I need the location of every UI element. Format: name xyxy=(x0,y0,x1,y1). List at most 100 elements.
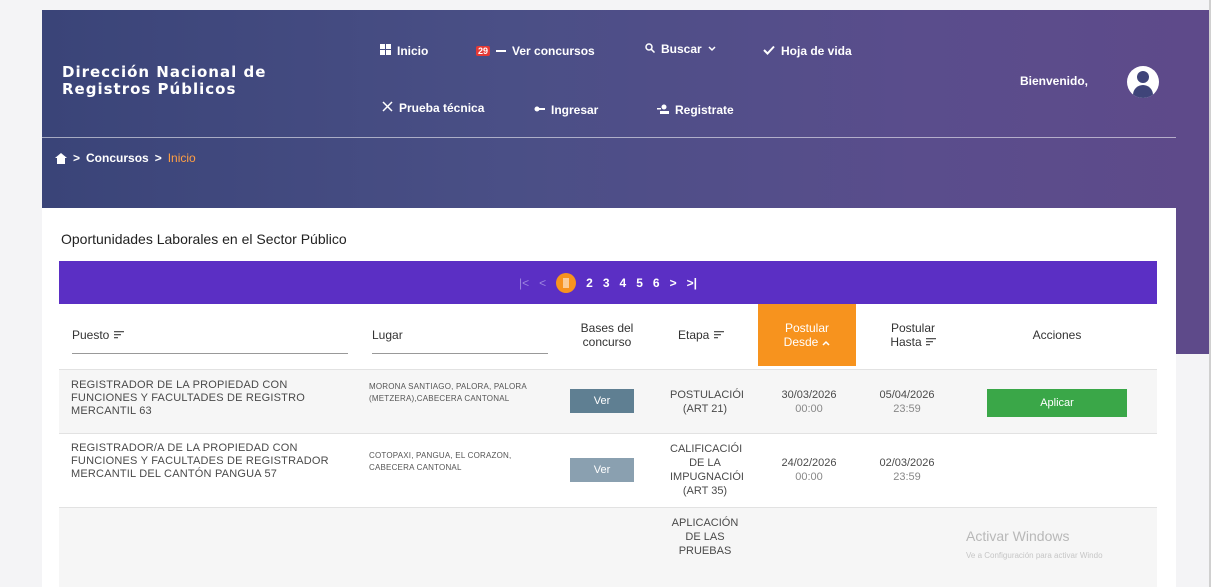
last-page-button[interactable]: >| xyxy=(687,276,697,290)
prev-page-button[interactable]: < xyxy=(539,276,546,290)
page-6-button[interactable]: 6 xyxy=(653,276,660,290)
header-etapa[interactable]: Etapa xyxy=(678,304,748,366)
desde-date: 24/02/2026 xyxy=(781,457,837,469)
grid-icon xyxy=(380,44,391,58)
cell-lugar: MORONA SANTIAGO, PALORA, PALORA (METZERA… xyxy=(369,382,527,403)
header-puesto-label: Puesto xyxy=(72,328,110,342)
app-frame: Dirección Nacional de Registros Públicos… xyxy=(0,0,1211,587)
nav-registrate-label: Registrate xyxy=(675,103,734,117)
cell-desde: 24/02/2026 00:00 xyxy=(769,456,849,484)
header-lugar-label: Lugar xyxy=(372,328,403,342)
etapa-line-1: POSTULACIÓI xyxy=(670,389,744,401)
tools-icon xyxy=(382,101,393,115)
cell-etapa: APLICACIÓN DE LAS PRUEBAS xyxy=(670,516,740,558)
header-acciones-label: Acciones xyxy=(1032,328,1082,342)
etapa-line-2: (ART 21) xyxy=(682,403,728,415)
header-etapa-label: Etapa xyxy=(678,328,710,342)
header-puesto[interactable]: Puesto xyxy=(72,304,350,366)
ver-bases-button[interactable]: Ver xyxy=(570,458,634,482)
table-row: REGISTRADOR/A DE LA PROPIEDAD CON FUNCIO… xyxy=(59,433,1157,507)
nav-registrate[interactable]: Registrate xyxy=(657,103,734,117)
header-acciones: Acciones xyxy=(982,304,1132,366)
breadcrumb-concursos[interactable]: Concursos xyxy=(86,151,149,165)
header-desde-line-2: Desde xyxy=(783,335,819,349)
hasta-date: 05/04/2026 xyxy=(879,389,935,401)
nav-prueba-tecnica-label: Prueba técnica xyxy=(399,101,485,115)
check-icon xyxy=(763,45,775,58)
page-1-button[interactable]: 1 xyxy=(556,272,577,293)
header-postular-hasta[interactable]: Postular Hasta xyxy=(868,304,958,366)
nav-ver-concursos[interactable]: 29 Ver concursos xyxy=(476,44,595,58)
etapa-line-1: APLICACIÓN xyxy=(671,517,739,529)
etapa-line-2: DE LA xyxy=(689,457,721,469)
hasta-date: 02/03/2026 xyxy=(879,457,935,469)
search-icon xyxy=(645,42,656,56)
header-bases: Bases del concurso xyxy=(567,304,647,366)
brand-line-2: Registros Públicos xyxy=(62,80,237,98)
login-icon xyxy=(534,104,545,116)
cell-hasta: 05/04/2026 23:59 xyxy=(865,388,949,416)
home-icon[interactable] xyxy=(55,152,67,164)
ticket-icon xyxy=(496,45,507,57)
cell-etapa: POSTULACIÓI (ART 21) xyxy=(670,388,744,416)
sort-up-icon xyxy=(822,335,830,349)
add-user-icon xyxy=(657,104,669,117)
first-page-button[interactable]: |< xyxy=(519,276,529,290)
sort-icon xyxy=(925,335,936,349)
brand-line-1: Dirección Nacional de xyxy=(62,63,267,81)
cell-desde: 30/03/2026 00:00 xyxy=(769,388,849,416)
etapa-line-4: (ART 35) xyxy=(682,485,728,497)
breadcrumb: > Concursos > Inicio xyxy=(55,151,196,165)
page-2-button[interactable]: 2 xyxy=(586,276,593,290)
header-bases-line-2: concurso xyxy=(582,335,632,349)
ver-concursos-badge: 29 xyxy=(476,46,491,56)
header-hasta-line-1: Postular xyxy=(890,321,936,335)
card-title: Oportunidades Laborales en el Sector Púb… xyxy=(61,231,347,247)
etapa-line-3: PRUEBAS xyxy=(678,545,732,557)
nav-ingresar-label: Ingresar xyxy=(551,103,599,117)
hasta-time: 23:59 xyxy=(893,403,921,415)
cell-puesto: REGISTRADOR/A DE LA PROPIEDAD CON FUNCIO… xyxy=(71,442,329,480)
cell-hasta: 02/03/2026 23:59 xyxy=(865,456,949,484)
welcome-text: Bienvenido, xyxy=(1020,74,1089,88)
nav-buscar-label: Buscar xyxy=(661,42,702,56)
nav-prueba-tecnica[interactable]: Prueba técnica xyxy=(382,101,484,115)
windows-activation-subtitle: Ve a Configuración para activar Windo xyxy=(966,551,1103,560)
breadcrumb-inicio: Inicio xyxy=(167,151,196,165)
next-page-button[interactable]: > xyxy=(670,276,677,290)
header-bases-line-1: Bases del xyxy=(580,321,634,335)
header-hasta-line-2: Hasta xyxy=(890,335,922,349)
nav-ingresar[interactable]: Ingresar xyxy=(534,103,598,117)
pagination: |< < 1 2 3 4 5 6 > >| xyxy=(59,261,1157,304)
cell-puesto: REGISTRADOR DE LA PROPIEDAD CON FUNCIONE… xyxy=(71,379,305,417)
desde-time: 00:00 xyxy=(795,471,823,483)
page-1-label: 1 xyxy=(563,277,570,288)
header-desde-line-2-wrap: Desde xyxy=(784,335,831,349)
sort-icon xyxy=(714,328,725,342)
ver-bases-button[interactable]: Ver xyxy=(570,389,634,413)
header-desde-line-1: Postular xyxy=(784,321,830,335)
desde-time: 00:00 xyxy=(795,403,823,415)
aplicar-button[interactable]: Aplicar xyxy=(987,389,1127,417)
nav-ver-concursos-label: Ver concursos xyxy=(512,44,595,58)
etapa-line-1: CALIFICACIÓI xyxy=(670,443,743,455)
hasta-time: 23:59 xyxy=(893,471,921,483)
sort-icon xyxy=(114,328,125,342)
page-5-button[interactable]: 5 xyxy=(636,276,643,290)
windows-activation-title: Activar Windows xyxy=(966,528,1070,544)
chevron-down-icon xyxy=(708,43,716,55)
page-3-button[interactable]: 3 xyxy=(603,276,610,290)
header-hasta-line-2-wrap: Hasta xyxy=(890,335,936,349)
breadcrumb-sep-2: > xyxy=(154,151,162,165)
nav-hoja-de-vida[interactable]: Hoja de vida xyxy=(763,44,852,58)
nav-buscar[interactable]: Buscar xyxy=(645,42,716,56)
table-row: REGISTRADOR DE LA PROPIEDAD CON FUNCIONE… xyxy=(59,369,1157,433)
nav-inicio-label: Inicio xyxy=(397,44,429,58)
user-avatar-icon[interactable] xyxy=(1127,66,1159,98)
table-row: APLICACIÓN DE LAS PRUEBAS xyxy=(59,507,1157,587)
nav-inicio[interactable]: Inicio xyxy=(380,44,428,58)
header-lugar[interactable]: Lugar xyxy=(372,304,550,366)
desde-date: 30/03/2026 xyxy=(781,389,837,401)
header-postular-desde[interactable]: Postular Desde xyxy=(758,304,856,366)
page-4-button[interactable]: 4 xyxy=(620,276,627,290)
